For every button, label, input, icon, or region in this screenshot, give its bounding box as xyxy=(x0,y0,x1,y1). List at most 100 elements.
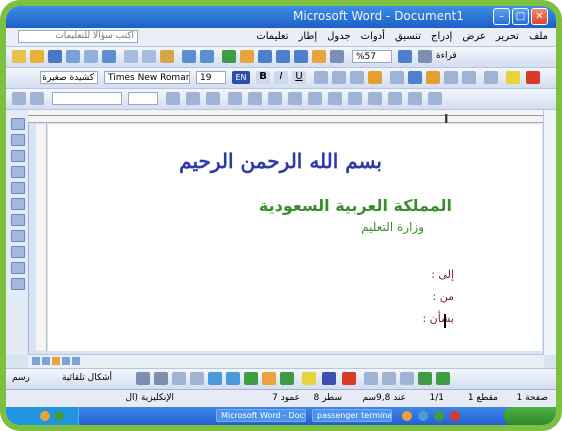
menu-table[interactable]: جدول xyxy=(327,31,351,42)
view-reading-icon[interactable] xyxy=(72,357,80,365)
style-field[interactable]: كشيدة صغيرة xyxy=(40,71,98,84)
rectangle-tool-icon[interactable] xyxy=(172,372,186,385)
align-right-icon[interactable] xyxy=(350,71,364,84)
redo-icon[interactable] xyxy=(200,50,214,63)
left-tool-3-icon[interactable] xyxy=(11,150,25,162)
align-cell-icon[interactable] xyxy=(288,92,302,105)
minimize-button[interactable]: – xyxy=(493,8,510,25)
help-icon[interactable] xyxy=(398,50,412,63)
rtl-icon[interactable] xyxy=(408,71,422,84)
view-normal-icon[interactable] xyxy=(32,357,40,365)
zoom-field[interactable]: %57 xyxy=(352,50,392,63)
split-cells-icon[interactable] xyxy=(268,92,282,105)
left-tool-5-icon[interactable] xyxy=(11,182,25,194)
diagram-tool-icon[interactable] xyxy=(244,372,258,385)
font-size-field[interactable]: 19 xyxy=(196,71,226,84)
numbering-icon[interactable] xyxy=(444,71,458,84)
underline-icon[interactable]: U xyxy=(292,71,306,84)
font-color-icon[interactable] xyxy=(526,71,540,84)
quicklaunch-icon-1[interactable] xyxy=(402,411,412,421)
oval-tool-icon[interactable] xyxy=(190,372,204,385)
clipart-tool-icon[interactable] xyxy=(262,372,276,385)
highlight-icon[interactable] xyxy=(506,71,520,84)
italic-icon[interactable]: I xyxy=(274,71,288,84)
draw-menu[interactable]: رسم xyxy=(12,373,30,383)
text-direction-icon[interactable] xyxy=(368,92,382,105)
paste-icon[interactable] xyxy=(160,50,174,63)
tables-borders-icon[interactable] xyxy=(240,50,254,63)
left-tool-8-icon[interactable] xyxy=(11,230,25,242)
line-weight-field[interactable] xyxy=(128,92,158,105)
line-color-icon[interactable] xyxy=(322,372,336,385)
line-tool-icon[interactable] xyxy=(136,372,150,385)
sort-ascending-icon[interactable] xyxy=(388,92,402,105)
horizontal-ruler[interactable] xyxy=(28,110,544,123)
columns-icon[interactable] xyxy=(294,50,308,63)
align-center-icon[interactable] xyxy=(332,71,346,84)
arrow-style-icon[interactable] xyxy=(400,372,414,385)
insert-table2-icon[interactable] xyxy=(228,92,242,105)
show-hide-icon[interactable] xyxy=(330,50,344,63)
ltr-icon[interactable] xyxy=(426,71,440,84)
shading-icon[interactable] xyxy=(206,92,220,105)
title-bar[interactable]: Microsoft Word - Document1 – □ ✕ xyxy=(6,6,556,28)
insert-table-icon[interactable] xyxy=(258,50,272,63)
autoshapes-menu[interactable]: أشكال تلقائية xyxy=(62,373,112,383)
maximize-button[interactable]: □ xyxy=(512,8,529,25)
menu-file[interactable]: ملف xyxy=(529,31,548,42)
view-outline-icon[interactable] xyxy=(62,357,70,365)
quicklaunch-icon-3[interactable] xyxy=(434,411,444,421)
arrow-tool-icon[interactable] xyxy=(154,372,168,385)
bold-icon[interactable]: B xyxy=(256,71,270,84)
drawing-icon[interactable] xyxy=(312,50,326,63)
save-icon[interactable] xyxy=(48,50,62,63)
align-left-icon[interactable] xyxy=(314,71,328,84)
line-style-field[interactable] xyxy=(52,92,122,105)
left-tool-7-icon[interactable] xyxy=(11,214,25,226)
left-tool-9-icon[interactable] xyxy=(11,246,25,258)
left-tool-4-icon[interactable] xyxy=(11,166,25,178)
open-folder-icon[interactable] xyxy=(30,50,44,63)
autoformat-icon[interactable] xyxy=(348,92,362,105)
menu-insert[interactable]: إدراج xyxy=(431,31,452,42)
menu-tools[interactable]: أدوات xyxy=(361,31,385,42)
undo-icon[interactable] xyxy=(182,50,196,63)
insert-excel-icon[interactable] xyxy=(276,50,290,63)
shadow-style-icon[interactable] xyxy=(418,372,432,385)
eraser-icon[interactable] xyxy=(30,92,44,105)
draw-table-icon[interactable] xyxy=(12,92,26,105)
merge-cells-icon[interactable] xyxy=(248,92,262,105)
3d-style-icon[interactable] xyxy=(436,372,450,385)
border-color-icon[interactable] xyxy=(166,92,180,105)
vertical-ruler[interactable] xyxy=(36,124,47,351)
read-label[interactable]: قراءة xyxy=(436,51,457,61)
left-tool-10-icon[interactable] xyxy=(11,262,25,274)
left-tool-2-icon[interactable] xyxy=(11,134,25,146)
view-web-icon[interactable] xyxy=(42,357,50,365)
quicklaunch-icon-2[interactable] xyxy=(418,411,428,421)
help-search-input[interactable]: اكتب سؤالا للتعليمات xyxy=(18,30,138,43)
bullets-icon[interactable] xyxy=(462,71,476,84)
border-icon[interactable] xyxy=(484,71,498,84)
view-print-icon[interactable] xyxy=(52,357,60,365)
distribute-columns-icon[interactable] xyxy=(328,92,342,105)
tray-icon-1[interactable] xyxy=(40,411,50,421)
menu-view[interactable]: عرض xyxy=(462,31,486,42)
copy-icon[interactable] xyxy=(142,50,156,63)
left-tool-6-icon[interactable] xyxy=(11,198,25,210)
new-document-icon[interactable] xyxy=(12,50,26,63)
spelling-icon[interactable] xyxy=(102,50,116,63)
print-preview-icon[interactable] xyxy=(84,50,98,63)
menu-help[interactable]: تعليمات xyxy=(256,31,288,42)
tray-icon-2[interactable] xyxy=(54,411,64,421)
hyperlink-icon[interactable] xyxy=(222,50,236,63)
justify-icon[interactable] xyxy=(368,71,382,84)
document-page[interactable]: بسم الله الرحمن الرحيم المملكة العربية ا… xyxy=(48,124,542,351)
line-spacing-icon[interactable] xyxy=(390,71,404,84)
quicklaunch-icon-4[interactable] xyxy=(450,411,460,421)
fill-color-icon[interactable] xyxy=(302,372,316,385)
menu-edit[interactable]: تحرير xyxy=(496,31,519,42)
dash-style-icon[interactable] xyxy=(382,372,396,385)
taskbar-terminal-button[interactable]: passenger terminal xyxy=(312,409,392,422)
textbox-tool-icon[interactable] xyxy=(208,372,222,385)
